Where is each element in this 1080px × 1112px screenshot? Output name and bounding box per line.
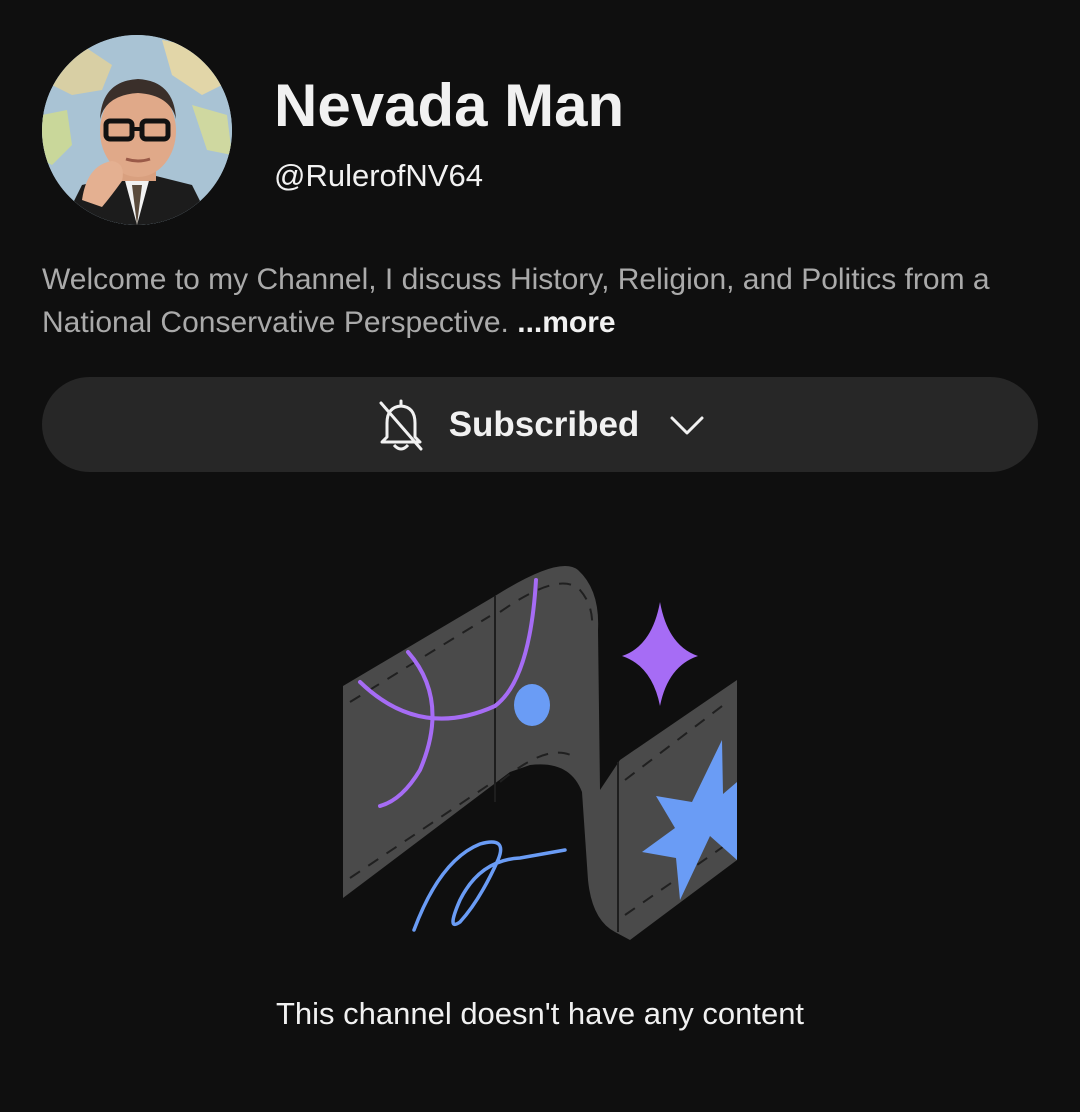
bell-off-icon — [379, 399, 423, 450]
channel-description[interactable]: Welcome to my Channel, I discuss History… — [42, 258, 1042, 344]
channel-name: Nevada Man — [274, 72, 625, 139]
subscribed-label: Subscribed — [448, 404, 640, 444]
empty-channel-illustration — [343, 565, 737, 940]
avatar-image — [42, 35, 232, 225]
subscribed-button[interactable]: Subscribed — [42, 377, 1038, 472]
more-link[interactable]: ...more — [517, 306, 615, 339]
channel-description-text: Welcome to my Channel, I discuss History… — [42, 263, 990, 339]
channel-avatar[interactable] — [42, 35, 232, 225]
empty-state-message: This channel doesn't have any content — [275, 996, 805, 1031]
channel-handle: @RulerofNV64 — [274, 158, 483, 193]
chevron-down-icon — [670, 416, 704, 434]
